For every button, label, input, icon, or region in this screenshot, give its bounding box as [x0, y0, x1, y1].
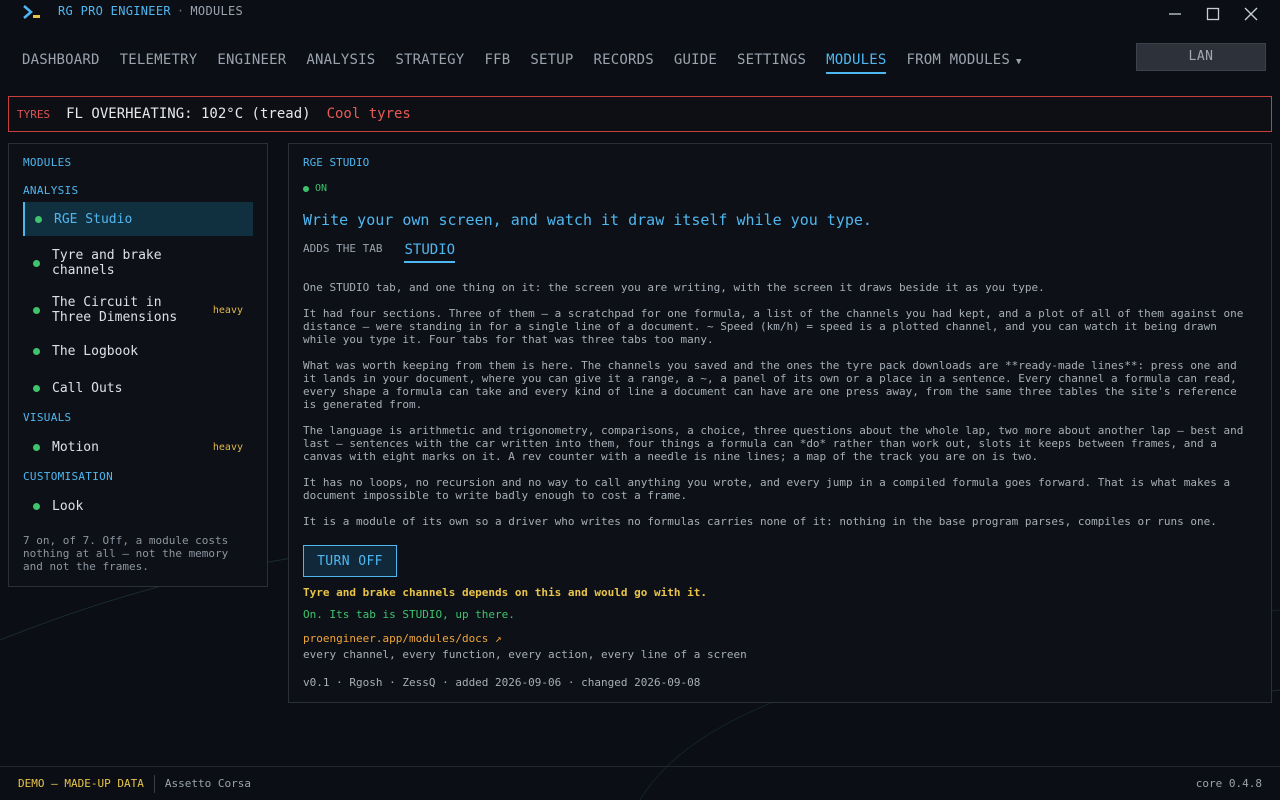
- heavy-badge: heavy: [212, 441, 243, 453]
- sidebar-title: MODULES: [23, 156, 72, 169]
- nav-guide[interactable]: GUIDE: [674, 50, 717, 74]
- status-dot: [33, 502, 40, 510]
- game-name: Assetto Corsa: [164, 777, 251, 790]
- sidebar-item-label: Motion: [52, 439, 99, 455]
- nav-dashboard[interactable]: DASHBOARD: [22, 50, 100, 74]
- lan-button[interactable]: LAN: [1136, 43, 1266, 71]
- status-dot: [33, 347, 40, 355]
- description-paragraph: It is a module of its own so a driver wh…: [303, 515, 1217, 528]
- heavy-badge: heavy: [212, 304, 243, 316]
- sidebar-group-visuals: VISUALS: [23, 411, 72, 424]
- docs-link[interactable]: proengineer.app/modules/docs ↗: [303, 632, 502, 645]
- status-dot: [35, 215, 42, 223]
- app-title: RG PRO ENGINEER · MODULES: [58, 4, 243, 18]
- nav-engineer[interactable]: ENGINEER: [217, 50, 286, 74]
- terminal-prompt-icon: [23, 5, 40, 19]
- sidebar-item-label: RGE Studio: [54, 211, 133, 227]
- chevron-down-icon: ▼: [1016, 57, 1022, 67]
- status-dot: [33, 259, 40, 267]
- nav-strategy[interactable]: STRATEGY: [395, 50, 464, 74]
- nav-dropdown-label: FROM MODULES: [906, 52, 1011, 68]
- demo-badge: DEMO — MADE-UP DATA: [18, 774, 155, 793]
- sidebar-item-label: Look: [52, 498, 84, 514]
- sidebar-item-label: The Logbook: [52, 343, 139, 359]
- sidebar-footer: 7 on, of 7. Off, a module costs nothing …: [23, 534, 229, 573]
- sidebar-group-customisation: CUSTOMISATION: [23, 470, 113, 483]
- module-state-message: On. Its tab is STUDIO, up there.: [303, 608, 515, 621]
- main-nav: DASHBOARD TELEMETRY ENGINEER ANALYSIS ST…: [22, 50, 1042, 76]
- status-dot: [33, 384, 40, 392]
- nav-telemetry[interactable]: TELEMETRY: [120, 50, 198, 74]
- nav-settings[interactable]: SETTINGS: [737, 50, 806, 74]
- alert-hint: Cool tyres: [326, 106, 411, 122]
- tyre-alert-banner: TYRES FL OVERHEATING: 102°C (tread) Cool…: [8, 96, 1272, 132]
- modules-sidebar: MODULES ANALYSIS RGE Studio Tyre and bra…: [8, 143, 268, 587]
- nav-records[interactable]: RECORDS: [593, 50, 653, 74]
- title-bar: RG PRO ENGINEER · MODULES: [0, 0, 1280, 28]
- maximize-button[interactable]: [1203, 4, 1223, 24]
- status-dot: [303, 185, 309, 192]
- module-status-text: ON: [315, 183, 328, 194]
- module-title: RGE STUDIO: [303, 156, 370, 169]
- nav-analysis[interactable]: ANALYSIS: [306, 50, 375, 74]
- tab-studio[interactable]: STUDIO: [404, 242, 456, 263]
- description-paragraph: The language is arithmetic and trigonome…: [303, 424, 1244, 463]
- description-paragraph: What was worth keeping from them is here…: [303, 359, 1237, 411]
- minimize-button[interactable]: [1165, 4, 1185, 24]
- sidebar-item-look[interactable]: Look: [23, 497, 253, 515]
- nav-setup[interactable]: SETUP: [530, 50, 573, 74]
- description-paragraph: It has no loops, no recursion and no way…: [303, 476, 1231, 502]
- nav-from-modules-dropdown[interactable]: FROM MODULES ▼: [906, 50, 1021, 74]
- alert-message: FL OVERHEATING: 102°C (tread): [66, 106, 311, 122]
- module-status: ON: [303, 183, 327, 194]
- title-separator: ·: [176, 4, 185, 18]
- app-section: MODULES: [190, 4, 244, 18]
- sidebar-item-motion[interactable]: Motion heavy: [23, 438, 253, 456]
- turn-off-button[interactable]: TURN OFF: [303, 545, 397, 577]
- status-dot: [33, 306, 40, 314]
- description-paragraph: It had four sections. Three of them — a …: [303, 307, 1244, 346]
- core-version: core 0.4.8: [1195, 777, 1262, 790]
- status-bar: DEMO — MADE-UP DATA Assetto Corsa core 0…: [0, 766, 1280, 800]
- close-button[interactable]: [1241, 4, 1261, 24]
- sidebar-item-rge-studio[interactable]: RGE Studio: [23, 202, 253, 236]
- sidebar-item-tyre-brake[interactable]: Tyre and brake channels: [23, 246, 253, 280]
- module-meta: v0.1 · Rgosh · ZessQ · added 2026-09-06 …: [303, 676, 701, 689]
- close-icon: [1244, 7, 1258, 21]
- app-name: RG PRO ENGINEER: [58, 4, 171, 18]
- docs-link-description: every channel, every function, every act…: [303, 648, 747, 661]
- sidebar-item-circuit-3d[interactable]: The Circuit in Three Dimensions heavy: [23, 293, 253, 327]
- module-headline: Write your own screen, and watch it draw…: [303, 211, 872, 229]
- description-paragraph: One STUDIO tab, and one thing on it: the…: [303, 281, 1045, 294]
- sidebar-item-label: Call Outs: [52, 380, 123, 396]
- module-detail-panel: RGE STUDIO ON Write your own screen, and…: [288, 143, 1272, 703]
- nav-ffb[interactable]: FFB: [484, 50, 510, 74]
- sidebar-item-label: The Circuit in Three Dimensions: [52, 295, 178, 325]
- sidebar-group-analysis: ANALYSIS: [23, 184, 79, 197]
- alert-tag: TYRES: [17, 107, 51, 121]
- maximize-icon: [1206, 7, 1220, 21]
- adds-tab-label: ADDS THE TAB: [303, 242, 383, 255]
- sidebar-item-call-outs[interactable]: Call Outs: [23, 379, 253, 397]
- dependency-warning: Tyre and brake channels depends on this …: [303, 586, 707, 599]
- module-tabs: ADDS THE TAB STUDIO: [303, 242, 456, 263]
- nav-modules[interactable]: MODULES: [826, 50, 887, 74]
- sidebar-item-label: Tyre and brake channels: [52, 248, 162, 278]
- sidebar-item-logbook[interactable]: The Logbook: [23, 342, 253, 360]
- status-dot: [33, 443, 40, 451]
- minimize-icon: [1169, 13, 1181, 15]
